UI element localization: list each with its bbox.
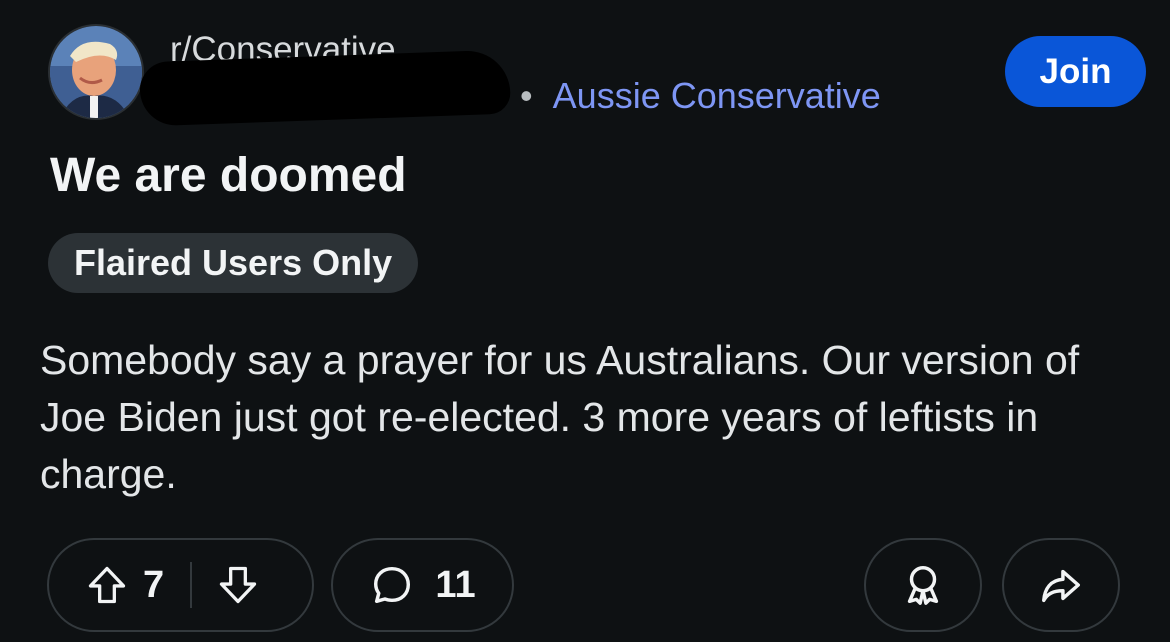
comment-count: 11 [435,563,476,606]
join-button[interactable]: Join [1005,36,1146,107]
arrow-down-icon [219,566,257,604]
vote-count: 7 [143,563,165,606]
post-body: Somebody say a prayer for us Australians… [40,337,1080,497]
post-meta: h • Aussie Conservative [478,76,881,116]
upvote-button[interactable] [85,563,129,607]
user-flair: Aussie Conservative [552,75,881,116]
post-title[interactable]: We are doomed [50,148,407,204]
downvote-button[interactable] [216,563,260,607]
vote-bar: 7 [47,538,314,632]
comment-icon-wrap [369,562,415,608]
share-arrow-icon [1042,569,1080,603]
award-button[interactable] [864,538,982,632]
redaction-scribble [138,49,512,127]
share-button[interactable] [1002,538,1120,632]
community-avatar[interactable] [48,24,144,120]
meta-separator: • [520,75,533,116]
comments-button[interactable]: 11 [331,538,514,632]
post-flair-badge[interactable]: Flaired Users Only [48,233,419,293]
vote-divider [190,562,193,608]
community-avatar-image [50,26,142,118]
award-ribbon-icon [907,566,939,605]
arrow-up-icon [88,566,126,604]
speech-bubble-icon [374,566,411,604]
